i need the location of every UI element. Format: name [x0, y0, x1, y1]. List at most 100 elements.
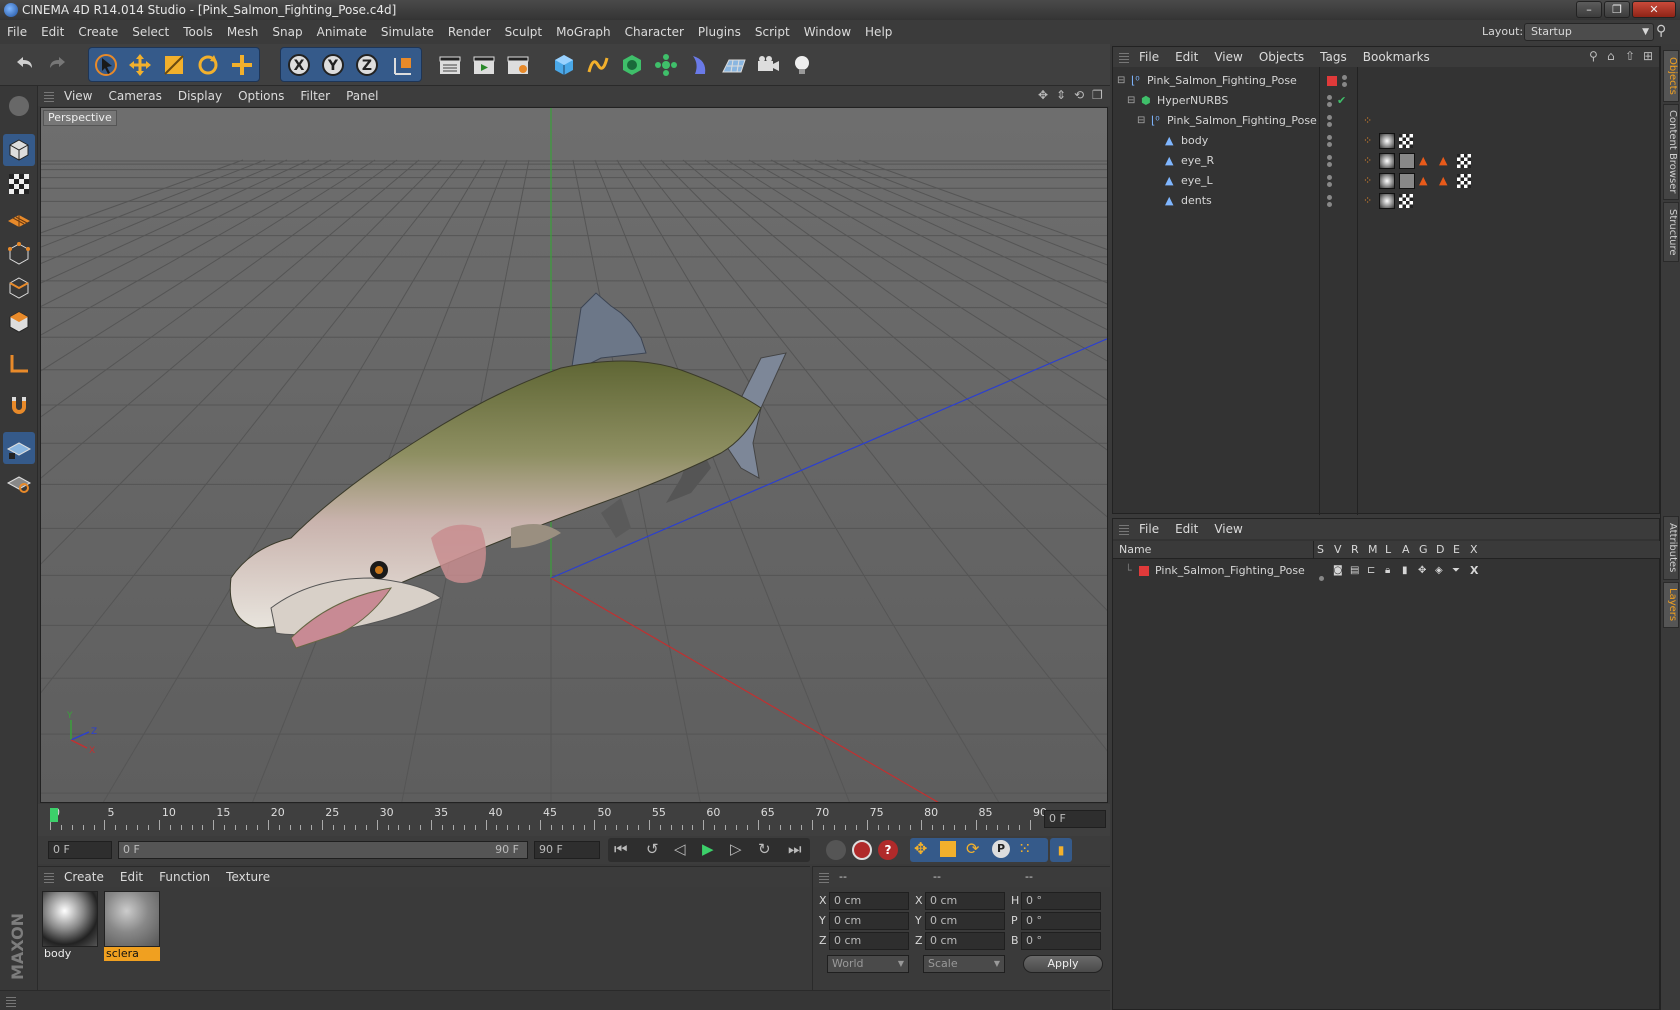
object-row-dents[interactable]: ▲ dents ⁘: [1113, 191, 1659, 211]
material-tag-icon[interactable]: [1379, 133, 1395, 149]
rotate-tool-button[interactable]: [192, 49, 223, 80]
workplane-lock-button[interactable]: [3, 432, 35, 464]
add-floor-button[interactable]: [718, 49, 749, 80]
rotation-p-field[interactable]: 0 °: [1021, 912, 1101, 930]
tab-attributes[interactable]: Attributes: [1663, 516, 1679, 580]
keyframe-help-icon[interactable]: ?: [878, 840, 898, 860]
panel-grip-icon[interactable]: [1119, 51, 1129, 63]
menu-animate[interactable]: Animate: [310, 20, 374, 44]
menu-plugins[interactable]: Plugins: [691, 20, 748, 44]
column-expressions[interactable]: E: [1453, 541, 1460, 559]
collapse-icon[interactable]: ⊟: [1117, 71, 1125, 91]
phong-tag-icon[interactable]: ⁘: [1363, 171, 1372, 191]
material-tag-icon[interactable]: [1399, 173, 1415, 189]
start-frame-field[interactable]: 0 F: [48, 841, 112, 859]
render-picture-viewer-button[interactable]: [468, 49, 499, 80]
render-view-button[interactable]: [434, 49, 465, 80]
add-spline-button[interactable]: [582, 49, 613, 80]
material-menu-create[interactable]: Create: [56, 867, 112, 887]
viewport-menu-cameras[interactable]: Cameras: [100, 86, 169, 106]
size-y-field[interactable]: 0 cm: [925, 912, 1005, 930]
previous-key-icon[interactable]: ↺: [646, 840, 659, 858]
redo-button[interactable]: [42, 49, 73, 80]
generator-icon[interactable]: ✥: [1418, 561, 1426, 581]
coordinate-system-button[interactable]: [388, 49, 419, 80]
menu-window[interactable]: Window: [797, 20, 858, 44]
add-array-button[interactable]: [650, 49, 681, 80]
add-camera-button[interactable]: [752, 49, 783, 80]
column-generators[interactable]: G: [1419, 541, 1428, 559]
parameter-track-icon[interactable]: P: [992, 840, 1010, 858]
menu-script[interactable]: Script: [748, 20, 797, 44]
home-icon[interactable]: ⌂: [1607, 49, 1615, 63]
polygons-mode-button[interactable]: [3, 306, 35, 338]
record-keys-icon[interactable]: [826, 840, 846, 860]
viewport-menu-panel[interactable]: Panel: [338, 86, 386, 106]
uvw-tag-icon[interactable]: [1399, 134, 1413, 148]
menu-snap[interactable]: Snap: [265, 20, 309, 44]
om-menu-objects[interactable]: Objects: [1251, 47, 1312, 67]
z-axis-button[interactable]: Z: [351, 49, 382, 80]
layer-color-swatch[interactable]: [1327, 76, 1337, 86]
timeline-window-icon[interactable]: ▮: [1050, 838, 1072, 862]
viewport-rotate-icon[interactable]: ⟲: [1074, 88, 1084, 102]
size-z-field[interactable]: 0 cm: [925, 932, 1005, 950]
add-light-button[interactable]: [786, 49, 817, 80]
arrow-up-icon[interactable]: ⇧: [1625, 49, 1635, 63]
menu-character[interactable]: Character: [618, 20, 691, 44]
menu-simulate[interactable]: Simulate: [374, 20, 441, 44]
go-to-end-icon[interactable]: ⏭: [788, 840, 802, 858]
om-menu-bookmarks[interactable]: Bookmarks: [1355, 47, 1438, 67]
material-swatch-body[interactable]: body: [42, 891, 98, 963]
viewport-menu-options[interactable]: Options: [230, 86, 292, 106]
end-frame-field[interactable]: 90 F: [534, 841, 600, 859]
perspective-viewport[interactable]: Y Z X Perspective: [40, 107, 1108, 803]
size-x-field[interactable]: 0 cm: [925, 892, 1005, 910]
add-deformer-button[interactable]: [684, 49, 715, 80]
material-tag-icon[interactable]: [1379, 193, 1395, 209]
auto-key-icon[interactable]: [852, 840, 872, 860]
points-mode-button[interactable]: [3, 238, 35, 270]
material-tag-icon[interactable]: [1379, 173, 1395, 189]
object-row-body[interactable]: ▲ body ⁘: [1113, 131, 1659, 151]
object-row-salmon-null[interactable]: ⊟ ⌊⁰ Pink_Salmon_Fighting_Pose ⁘: [1113, 111, 1659, 131]
layout-select[interactable]: Startup ▼: [1524, 23, 1654, 41]
current-frame-field[interactable]: 0 F: [1044, 810, 1106, 828]
lock-icon[interactable]: 🔒︎: [1385, 561, 1390, 581]
frame-range-slider[interactable]: 0 F 90 F: [118, 841, 528, 859]
menu-help[interactable]: Help: [858, 20, 899, 44]
solo-toggle[interactable]: [1319, 568, 1324, 588]
om-menu-tags[interactable]: Tags: [1312, 47, 1355, 67]
uvw-tag-icon[interactable]: [1457, 154, 1471, 168]
enabled-check-icon[interactable]: ✔: [1337, 91, 1346, 111]
column-deformers[interactable]: D: [1436, 541, 1444, 559]
texture-mode-button[interactable]: [3, 168, 35, 200]
viewport-move-icon[interactable]: ✥: [1038, 88, 1048, 102]
column-animation[interactable]: A: [1402, 541, 1410, 559]
panel-grip-icon[interactable]: [44, 871, 54, 883]
viewport-menu-display[interactable]: Display: [170, 86, 230, 106]
menu-mograph[interactable]: MoGraph: [549, 20, 618, 44]
coordinate-mode-select[interactable]: Scale ▼: [923, 955, 1005, 973]
menu-sculpt[interactable]: Sculpt: [498, 20, 549, 44]
material-menu-function[interactable]: Function: [151, 867, 218, 887]
x-axis-button[interactable]: X: [283, 49, 314, 80]
menu-create[interactable]: Create: [71, 20, 125, 44]
visibility-dots[interactable]: [1342, 75, 1347, 87]
workplane-mode-button[interactable]: [3, 202, 35, 234]
search-icon[interactable]: ⚲: [1589, 49, 1598, 63]
new-window-icon[interactable]: ⊞: [1643, 49, 1653, 63]
make-editable-button[interactable]: [3, 90, 35, 122]
phong-tag-icon[interactable]: ⁘: [1363, 191, 1372, 211]
phong-tag-icon[interactable]: ⁘: [1363, 131, 1372, 151]
column-render[interactable]: R: [1351, 541, 1359, 559]
deformer-icon[interactable]: ◈: [1435, 561, 1443, 581]
lm-menu-edit[interactable]: Edit: [1167, 519, 1206, 539]
visibility-dots[interactable]: [1327, 155, 1332, 167]
phong-tag-icon[interactable]: ⁘: [1363, 151, 1372, 171]
visibility-dots[interactable]: [1327, 115, 1332, 127]
menu-select[interactable]: Select: [125, 20, 176, 44]
next-key-icon[interactable]: ↻: [758, 840, 771, 858]
om-menu-view[interactable]: View: [1206, 47, 1250, 67]
menu-mesh[interactable]: Mesh: [220, 20, 266, 44]
